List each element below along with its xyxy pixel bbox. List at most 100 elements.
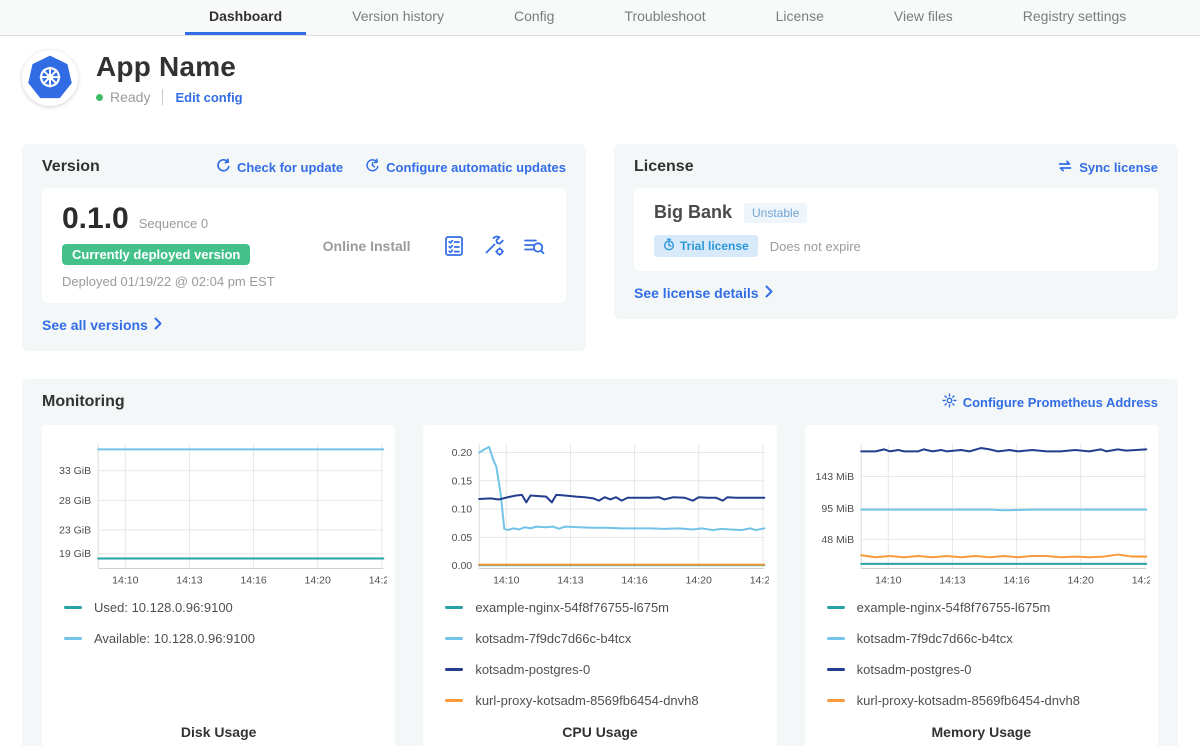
license-customer-name: Big Bank xyxy=(654,202,732,223)
svg-text:33 GiB: 33 GiB xyxy=(59,465,91,477)
tab-version-history[interactable]: Version history xyxy=(328,0,468,35)
legend-series-label: kotsadm-postgres-0 xyxy=(857,662,972,677)
preflight-checks-icon[interactable] xyxy=(442,234,466,258)
legend-series-label: kotsadm-7f9dc7d66c-b4tcx xyxy=(475,631,631,646)
svg-text:14:23: 14:23 xyxy=(369,575,388,587)
currently-deployed-badge: Currently deployed version xyxy=(62,244,250,265)
disk-usage-title: Disk Usage xyxy=(50,724,387,744)
version-card-title: Version xyxy=(42,158,100,176)
version-number: 0.1.0 xyxy=(62,202,129,236)
legend-series-label: kotsadm-7f9dc7d66c-b4tcx xyxy=(857,631,1013,646)
svg-text:14:13: 14:13 xyxy=(176,575,202,587)
install-type-label: Online Install xyxy=(323,238,411,254)
svg-text:14:10: 14:10 xyxy=(112,575,138,587)
cpu-usage-panel: 0.000.050.100.150.2014:1014:1314:1614:20… xyxy=(423,425,776,746)
tab-dashboard[interactable]: Dashboard xyxy=(185,0,306,35)
legend-item: example-nginx-54f8f76755-l675m xyxy=(445,600,768,615)
legend-item: kotsadm-7f9dc7d66c-b4tcx xyxy=(445,631,768,646)
current-version-panel: 0.1.0 Sequence 0 Currently deployed vers… xyxy=(42,188,566,303)
svg-text:14:13: 14:13 xyxy=(939,575,965,587)
svg-text:28 GiB: 28 GiB xyxy=(59,495,91,507)
app-name: App Name xyxy=(96,51,243,83)
svg-text:14:16: 14:16 xyxy=(240,575,266,587)
svg-text:143 MiB: 143 MiB xyxy=(815,471,854,483)
ready-status-dot xyxy=(96,94,103,101)
svg-text:14:10: 14:10 xyxy=(493,575,519,587)
check-for-update-link[interactable]: Check for update xyxy=(216,158,343,176)
cpu-usage-chart: 0.000.050.100.150.2014:1014:1314:1614:20… xyxy=(431,437,768,590)
app-header: App Name Ready Edit config xyxy=(0,36,1200,116)
legend-series-label: kurl-proxy-kotsadm-8569fb6454-dnvh8 xyxy=(475,693,698,708)
legend-series-label: example-nginx-54f8f76755-l675m xyxy=(857,600,1051,615)
tab-troubleshoot[interactable]: Troubleshoot xyxy=(600,0,729,35)
svg-text:23 GiB: 23 GiB xyxy=(59,524,91,536)
see-all-versions-link[interactable]: See all versions xyxy=(42,317,163,333)
license-card-title: License xyxy=(634,158,694,176)
config-wrench-icon[interactable] xyxy=(482,234,506,258)
tab-config[interactable]: Config xyxy=(490,0,578,35)
chevron-right-icon xyxy=(154,317,163,333)
tab-license[interactable]: License xyxy=(752,0,848,35)
svg-text:0.20: 0.20 xyxy=(452,447,473,459)
memory-usage-panel: 48 MiB95 MiB143 MiB14:1014:1314:1614:201… xyxy=(805,425,1158,746)
svg-text:0.15: 0.15 xyxy=(452,475,473,487)
svg-text:14:13: 14:13 xyxy=(558,575,584,587)
svg-text:0.10: 0.10 xyxy=(452,504,473,516)
legend-series-dash xyxy=(445,606,463,609)
chevron-right-icon xyxy=(765,285,774,301)
configure-automatic-updates-link[interactable]: Configure automatic updates xyxy=(365,158,566,176)
divider xyxy=(162,89,163,105)
legend-item: Available: 10.128.0.96:9100 xyxy=(64,631,387,646)
disk-usage-chart: 19 GiB23 GiB28 GiB33 GiB14:1014:1314:161… xyxy=(50,437,387,590)
gear-icon xyxy=(942,393,957,411)
legend-item: kotsadm-7f9dc7d66c-b4tcx xyxy=(827,631,1150,646)
memory-usage-title: Memory Usage xyxy=(813,724,1150,744)
channel-badge: Unstable xyxy=(744,203,807,223)
version-card: Version Check for update xyxy=(22,144,586,351)
memory-usage-chart: 48 MiB95 MiB143 MiB14:1014:1314:1614:201… xyxy=(813,437,1150,590)
svg-text:14:20: 14:20 xyxy=(686,575,712,587)
deployed-timestamp: Deployed 01/19/22 @ 02:04 pm EST xyxy=(62,274,275,289)
legend-series-dash xyxy=(827,606,845,609)
disk-usage-legend: Used: 10.128.0.96:9100 Available: 10.128.… xyxy=(50,590,387,724)
legend-series-dash xyxy=(445,637,463,640)
svg-text:14:23: 14:23 xyxy=(750,575,769,587)
legend-series-label: kurl-proxy-kotsadm-8569fb6454-dnvh8 xyxy=(857,693,1080,708)
clock-refresh-icon xyxy=(365,158,380,176)
legend-item: kurl-proxy-kotsadm-8569fb6454-dnvh8 xyxy=(445,693,768,708)
legend-series-label: Used: 10.128.0.96:9100 xyxy=(94,600,233,615)
svg-text:48 MiB: 48 MiB xyxy=(821,534,854,546)
svg-text:14:16: 14:16 xyxy=(1003,575,1029,587)
monitoring-card: Monitoring Configure Prometheus Address … xyxy=(22,379,1178,746)
svg-text:14:20: 14:20 xyxy=(1067,575,1093,587)
configure-prometheus-link[interactable]: Configure Prometheus Address xyxy=(942,393,1158,411)
deploy-logs-icon[interactable] xyxy=(522,234,546,258)
legend-item: kurl-proxy-kotsadm-8569fb6454-dnvh8 xyxy=(827,693,1150,708)
legend-item: Used: 10.128.0.96:9100 xyxy=(64,600,387,615)
top-navigation: Dashboard Version history Config Trouble… xyxy=(0,0,1200,36)
license-card: License Sync license Big Bank Unstable xyxy=(614,144,1178,319)
legend-series-dash xyxy=(445,668,463,671)
legend-series-label: kotsadm-postgres-0 xyxy=(475,662,590,677)
svg-text:95 MiB: 95 MiB xyxy=(821,503,854,515)
legend-series-dash xyxy=(827,668,845,671)
legend-series-label: Available: 10.128.0.96:9100 xyxy=(94,631,255,646)
edit-config-link[interactable]: Edit config xyxy=(175,90,242,105)
trial-license-badge: Trial license xyxy=(654,235,758,257)
svg-text:14:23: 14:23 xyxy=(1131,575,1150,587)
disk-usage-panel: 19 GiB23 GiB28 GiB33 GiB14:1014:1314:161… xyxy=(42,425,395,746)
legend-item: example-nginx-54f8f76755-l675m xyxy=(827,600,1150,615)
ready-status-label: Ready xyxy=(110,89,150,105)
see-license-details-link[interactable]: See license details xyxy=(634,285,774,301)
legend-series-dash xyxy=(827,637,845,640)
cpu-usage-legend: example-nginx-54f8f76755-l675m kotsadm-7f… xyxy=(431,590,768,724)
tab-registry-settings[interactable]: Registry settings xyxy=(999,0,1150,35)
svg-text:14:20: 14:20 xyxy=(305,575,331,587)
sync-arrows-icon xyxy=(1057,159,1073,176)
svg-text:14:16: 14:16 xyxy=(622,575,648,587)
legend-item: kotsadm-postgres-0 xyxy=(827,662,1150,677)
tab-view-files[interactable]: View files xyxy=(870,0,977,35)
sync-license-link[interactable]: Sync license xyxy=(1057,159,1158,176)
svg-text:0.05: 0.05 xyxy=(452,532,473,544)
legend-series-dash xyxy=(445,699,463,702)
